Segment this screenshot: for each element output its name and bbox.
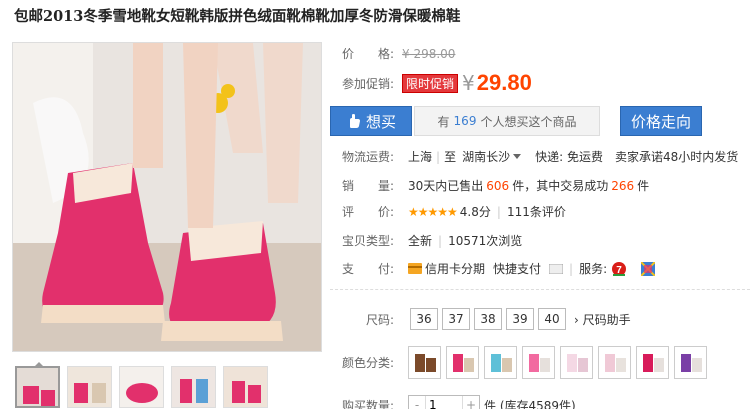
- original-price-label: 价 格:: [342, 47, 395, 61]
- shipping-promise: 卖家承诺48小时内发货: [614, 150, 739, 164]
- color-label: 颜色分类:: [342, 356, 395, 370]
- card-logo-icon: [549, 263, 564, 274]
- payment-label: 支 付:: [342, 262, 395, 276]
- original-price-row: 价 格: ¥ 298.00: [342, 45, 455, 62]
- size-helper-link[interactable]: › 尺码助手: [574, 311, 631, 328]
- want-prefix: 有: [437, 114, 450, 129]
- color-swatch-rose-red[interactable]: [636, 346, 669, 379]
- payment-row: 支 付: 信用卡分期 快捷支付 | 服务: 7: [342, 260, 656, 277]
- separator: |: [569, 261, 574, 276]
- thumbnail-strip: [15, 366, 268, 408]
- sold-count: 606: [486, 178, 510, 193]
- item-type-label: 宝贝类型:: [342, 234, 395, 248]
- sales-label: 销 量:: [342, 179, 395, 193]
- color-swatch-beige-pink[interactable]: [598, 346, 631, 379]
- size-option-38[interactable]: 38: [474, 308, 502, 330]
- color-swatch-rose[interactable]: [446, 346, 479, 379]
- separator: |: [438, 233, 443, 248]
- credit-card-icon: [408, 263, 422, 274]
- want-count: 169: [453, 114, 477, 128]
- quantity-input[interactable]: [425, 396, 463, 409]
- thumbnail-5[interactable]: [223, 366, 268, 408]
- ship-to-prefix: 至: [444, 150, 457, 164]
- product-info-panel: 价 格: ¥ 298.00 参加促销: 限时促销 ¥ 29.80 想买 有 16…: [330, 0, 750, 409]
- separator: |: [436, 149, 441, 164]
- ship-from: 上海: [408, 150, 433, 164]
- want-count-box: 有 169 个人想买这个商品: [414, 106, 600, 136]
- want-buy-label: 想买: [365, 112, 396, 131]
- rating-row: 评 价: ★★★★★ 4.8分 | 111条评价: [342, 203, 566, 220]
- promo-label: 参加促销:: [342, 76, 395, 91]
- quantity-row: 购买数量: - + 件 (库存4589件): [342, 395, 576, 409]
- item-condition: 全新: [408, 234, 433, 248]
- success-count: 266: [611, 178, 635, 193]
- sales-middle: 件，其中交易成功: [512, 179, 609, 193]
- main-product-image[interactable]: [12, 42, 322, 352]
- installment-option[interactable]: 信用卡分期: [425, 260, 485, 277]
- color-swatch-pink[interactable]: [522, 346, 555, 379]
- color-row: 颜色分类:: [342, 346, 712, 379]
- thumbnail-1[interactable]: [15, 366, 60, 408]
- increase-button[interactable]: +: [463, 398, 479, 409]
- color-swatch-brown[interactable]: [408, 346, 441, 379]
- color-swatch-light-pink[interactable]: [560, 346, 593, 379]
- rating-score: 4.8分: [459, 205, 491, 219]
- rating-label: 评 价:: [342, 205, 395, 219]
- ship-to-select[interactable]: 湖南长沙: [462, 148, 510, 165]
- sales-row: 销 量: 30天内已售出 606 件，其中交易成功 266 件: [342, 177, 649, 194]
- promo-badge[interactable]: 限时促销: [402, 73, 459, 93]
- currency-symbol: ¥: [462, 71, 475, 95]
- guarantee-icon[interactable]: [641, 261, 656, 276]
- size-option-37[interactable]: 37: [442, 308, 470, 330]
- item-type-row: 宝贝类型: 全新 | 10571次浏览: [342, 232, 522, 249]
- seven-day-return-icon[interactable]: 7: [611, 261, 627, 277]
- size-helper-label: 尺码助手: [582, 312, 631, 327]
- size-option-40[interactable]: 40: [538, 308, 566, 330]
- view-count: 10571次浏览: [448, 234, 523, 248]
- decrease-button[interactable]: -: [409, 398, 425, 409]
- size-row: 尺码: 36 37 38 39 40 › 尺码助手: [366, 308, 631, 330]
- boot-photo: [13, 43, 321, 351]
- thumbnail-4[interactable]: [171, 366, 216, 408]
- want-buy-button[interactable]: 想买: [330, 106, 412, 136]
- stock-info: 件 (库存4589件): [484, 398, 576, 409]
- thumbnail-3[interactable]: [119, 366, 164, 408]
- express-fee: 快递: 免运费: [535, 150, 603, 164]
- promo-price-row: 参加促销: 限时促销 ¥ 29.80: [342, 70, 532, 96]
- size-option-36[interactable]: 36: [410, 308, 438, 330]
- shipping-label: 物流运费:: [342, 150, 395, 164]
- chevron-down-icon[interactable]: [513, 153, 522, 160]
- want-suffix: 个人想买这个商品: [480, 114, 577, 129]
- shipping-row: 物流运费: 上海 | 至 湖南长沙 快递: 免运费 卖家承诺48小时内发货: [342, 148, 738, 165]
- chevron-right-icon: ›: [574, 312, 579, 327]
- size-option-39[interactable]: 39: [506, 308, 534, 330]
- quantity-stepper[interactable]: - +: [408, 395, 480, 409]
- promo-price: 29.80: [476, 70, 532, 95]
- quantity-label: 购买数量:: [342, 398, 395, 409]
- quick-pay-option[interactable]: 快捷支付: [493, 260, 541, 277]
- sales-suffix: 件: [637, 179, 650, 193]
- review-count-link[interactable]: 111条评价: [507, 203, 566, 220]
- service-label: 服务:: [579, 262, 608, 276]
- divider: [330, 289, 750, 290]
- thumbnail-2[interactable]: [67, 366, 112, 408]
- rating-stars: ★★★★★: [408, 204, 458, 219]
- separator: |: [496, 204, 501, 219]
- size-label: 尺码:: [366, 312, 395, 327]
- sales-prefix: 30天内已售出: [408, 179, 484, 193]
- color-swatch-sky-blue[interactable]: [484, 346, 517, 379]
- price-trend-button[interactable]: 价格走向: [620, 106, 702, 136]
- hand-icon: [346, 113, 362, 129]
- color-swatch-purple[interactable]: [674, 346, 707, 379]
- original-price: ¥ 298.00: [402, 46, 456, 61]
